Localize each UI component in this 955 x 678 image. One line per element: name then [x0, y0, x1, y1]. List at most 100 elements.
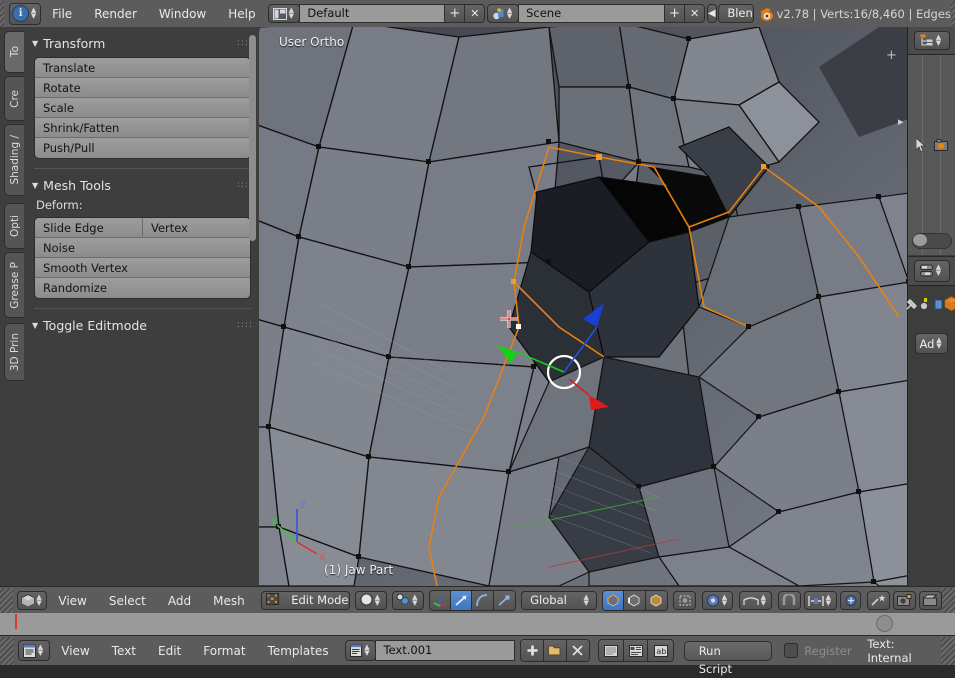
translate-button[interactable]: Translate — [35, 58, 250, 78]
push-pull-button[interactable]: Push/Pull — [35, 138, 250, 158]
view3d-menu-add[interactable]: Add — [157, 588, 202, 614]
add-property-dropdown[interactable]: Ad ▲▼ — [915, 333, 948, 354]
render-opengl-image-icon[interactable] — [893, 591, 916, 610]
pin-icon[interactable] — [905, 297, 919, 314]
menu-file[interactable]: File — [41, 1, 83, 27]
word-wrap-icon[interactable] — [624, 640, 649, 661]
scale-button[interactable]: Scale — [35, 98, 250, 118]
collapse-left-icon[interactable]: ◀ — [707, 4, 717, 23]
sidebar-tab-grease-pencil[interactable]: Grease P — [4, 252, 24, 318]
smooth-vertex-button[interactable]: Smooth Vertex — [35, 258, 250, 278]
text-editor-scroll-handle[interactable] — [876, 615, 893, 632]
material-icon[interactable] — [920, 297, 933, 314]
3d-viewport[interactable]: y z x User Ortho (1) Jaw Part + ▸ ▲▼ — [259, 27, 955, 586]
region-expand-plus-icon[interactable]: + — [885, 49, 898, 62]
menu-help[interactable]: Help — [217, 1, 266, 27]
tool-shelf-scrollbar[interactable] — [249, 35, 256, 241]
render-engine-selector[interactable]: Blender Render ▲▼ — [718, 4, 754, 23]
pivot-point-selector[interactable]: ▲▼ — [392, 591, 423, 610]
pivot-selector-2[interactable]: ▲▼ — [702, 591, 733, 610]
text-menu-format[interactable]: Format — [192, 638, 256, 664]
screen-layout-selector[interactable]: ▲▼ Default + ✕ — [268, 4, 485, 23]
text-menu-text[interactable]: Text — [101, 638, 147, 664]
sidebar-tab-create[interactable]: Cre — [4, 76, 24, 121]
viewport-shading-selector[interactable]: ▲▼ — [355, 591, 386, 610]
rotate-button[interactable]: Rotate — [35, 78, 250, 98]
quick-effects-icon[interactable] — [867, 591, 890, 610]
interaction-mode-selector[interactable]: Edit Mode ▲▼ — [261, 591, 349, 610]
text-datablock-icon[interactable]: ▲▼ — [345, 640, 376, 661]
run-script-button[interactable]: Run Script — [684, 641, 772, 661]
editor-type-selector[interactable]: i ▲▼ — [9, 3, 41, 25]
register-checkbox[interactable] — [784, 643, 799, 658]
sidebar-tab-shading[interactable]: Shading / — [4, 124, 24, 196]
properties-editor-icon[interactable]: ▲▼ — [914, 260, 950, 282]
outliner-scrollbar[interactable] — [912, 233, 952, 249]
outliner-icon[interactable]: ▲▼ — [914, 31, 950, 50]
object-data-icon[interactable] — [934, 297, 943, 314]
vertex-select-mode-icon[interactable] — [603, 591, 624, 610]
randomize-button[interactable]: Randomize — [35, 278, 250, 298]
proportional-edit-off-icon[interactable]: ▲▼ — [739, 591, 772, 610]
limit-selection-visible-icon[interactable] — [673, 591, 696, 610]
render-camera-icon[interactable] — [934, 139, 948, 154]
object-icon[interactable] — [944, 296, 955, 314]
manipulator-icon[interactable] — [430, 591, 451, 610]
render-opengl-animation-icon[interactable] — [919, 591, 942, 610]
header-corner-grip-right[interactable] — [951, 1, 955, 27]
shrink-fatten-button[interactable]: Shrink/Fatten — [35, 118, 250, 138]
text-editor-icon[interactable]: ▲▼ — [18, 640, 50, 661]
screen-layout-name[interactable]: Default — [299, 4, 445, 23]
edge-select-mode-icon[interactable] — [624, 591, 645, 610]
view3d-menu-select[interactable]: Select — [98, 588, 157, 614]
sidebar-tab-3d-print[interactable]: 3D Prin — [4, 323, 24, 381]
noise-button[interactable]: Noise — [35, 238, 250, 258]
scale-manipulator-icon[interactable] — [494, 591, 515, 610]
text-datablock-selector[interactable]: ▲▼ Text.001 — [345, 640, 515, 661]
vertex-button[interactable]: Vertex — [143, 218, 250, 238]
face-select-mode-icon[interactable] — [646, 591, 667, 610]
unlink-icon[interactable] — [567, 640, 590, 661]
header-corner-grip-right[interactable] — [942, 588, 955, 614]
menu-window[interactable]: Window — [148, 1, 217, 27]
transform-orientation-selector[interactable]: Global ▲▼ — [521, 591, 597, 610]
snap-increment-icon[interactable]: ▲▼ — [804, 591, 837, 610]
region-expand-arrow-icon[interactable]: ▸ — [898, 115, 907, 128]
syntax-highlight-icon[interactable]: ab — [648, 640, 673, 661]
scene-name[interactable]: Scene — [518, 4, 665, 23]
outliner-body[interactable] — [908, 55, 955, 255]
view3d-menu-mesh[interactable]: Mesh — [202, 588, 256, 614]
header-corner-grip[interactable] — [0, 588, 13, 614]
add-screen-button[interactable]: + — [444, 4, 465, 23]
panel-header-toggle-editmode[interactable]: ▼ Toggle Editmode :::: — [26, 315, 259, 335]
delete-scene-button[interactable]: ✕ — [684, 4, 705, 23]
open-file-icon[interactable] — [544, 640, 567, 661]
scene-icon[interactable]: ▲▼ — [487, 4, 519, 23]
panel-header-transform[interactable]: ▼ Transform :::: — [26, 33, 259, 53]
text-menu-templates[interactable]: Templates — [257, 638, 340, 664]
snap-closest-icon[interactable] — [840, 591, 861, 610]
translate-manipulator-icon[interactable] — [451, 591, 472, 610]
3d-view-editor-icon[interactable]: ▲▼ — [17, 591, 48, 610]
text-menu-edit[interactable]: Edit — [147, 638, 192, 664]
scene-selector[interactable]: ▲▼ Scene + ✕ — [487, 4, 705, 23]
menu-render[interactable]: Render — [83, 1, 148, 27]
screen-layout-icon[interactable]: ▲▼ — [268, 4, 300, 23]
rotate-manipulator-icon[interactable] — [472, 591, 493, 610]
header-corner-grip[interactable] — [0, 1, 4, 27]
text-menu-view[interactable]: View — [50, 638, 100, 664]
slide-edge-button[interactable]: Slide Edge — [35, 218, 143, 238]
panel-header-mesh-tools[interactable]: ▼ Mesh Tools :::: — [26, 175, 259, 195]
header-corner-grip-right[interactable] — [941, 637, 955, 665]
text-datablock-name[interactable]: Text.001 — [375, 640, 515, 661]
text-editor-body[interactable] — [0, 613, 955, 636]
add-scene-button[interactable]: + — [664, 4, 685, 23]
delete-screen-button[interactable]: ✕ — [464, 4, 485, 23]
new-text-button[interactable] — [521, 640, 544, 661]
sidebar-tab-tools[interactable]: To — [4, 31, 24, 73]
view3d-menu-view[interactable]: View — [47, 588, 97, 614]
magnet-snap-icon[interactable] — [778, 591, 801, 610]
line-numbers-icon[interactable] — [599, 640, 624, 661]
header-corner-grip[interactable] — [0, 637, 14, 665]
sidebar-tab-options[interactable]: Opti — [4, 203, 24, 249]
